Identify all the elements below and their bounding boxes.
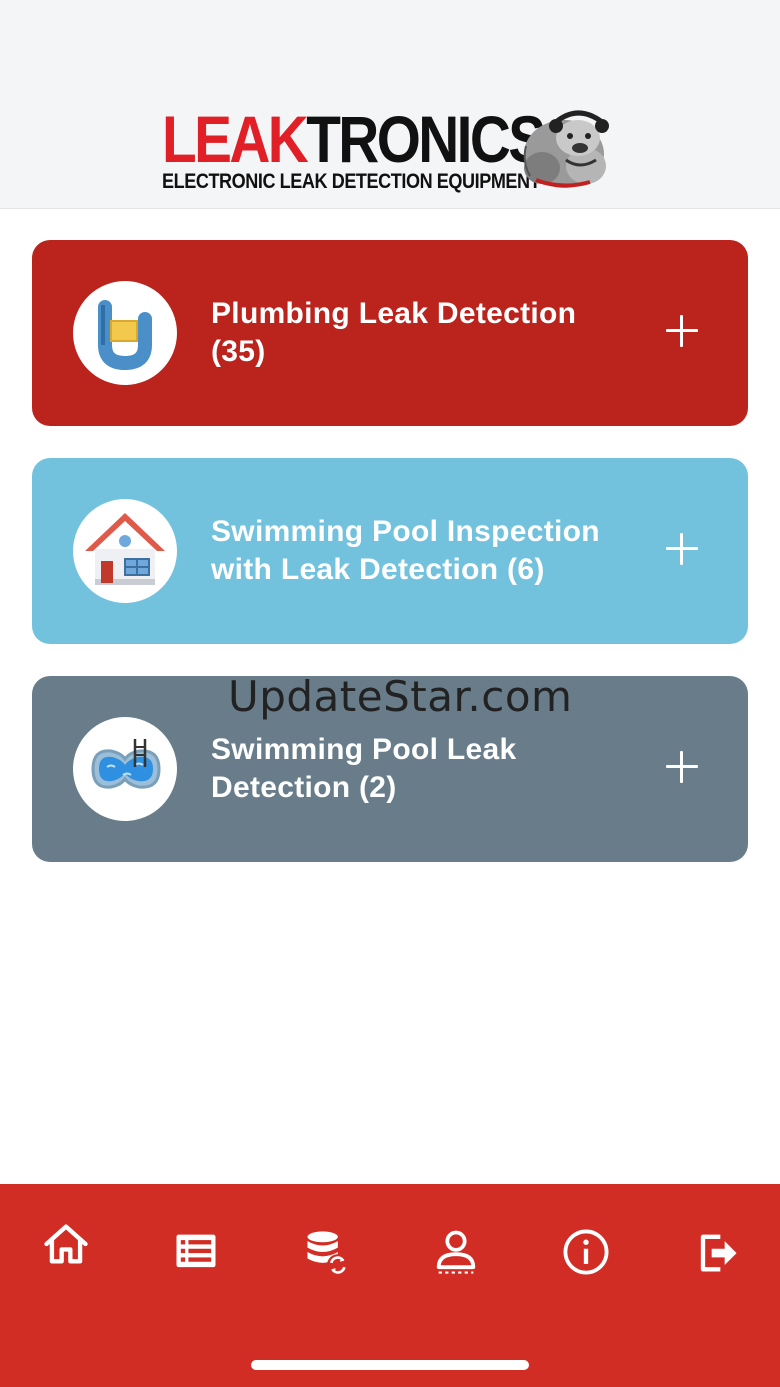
pool-icon (73, 717, 177, 821)
logo-brand-part1: LEAK (162, 102, 309, 176)
logo-wordmark: LEAKTRONICS (162, 106, 546, 172)
pipe-icon (73, 281, 177, 385)
logo-brand-part2: TRONICS (306, 102, 546, 176)
category-card-plumbing[interactable]: Plumbing Leak Detection (35) (32, 240, 748, 426)
plus-icon[interactable] (666, 533, 698, 565)
plus-icon[interactable] (666, 315, 698, 347)
house-icon (73, 499, 177, 603)
database-sync-icon[interactable] (297, 1222, 357, 1282)
info-icon[interactable] (556, 1222, 616, 1282)
home-icon[interactable] (36, 1214, 96, 1274)
list-icon[interactable] (166, 1222, 226, 1282)
category-card-pool-inspection[interactable]: Swimming Pool Inspection with Leak Detec… (32, 458, 748, 644)
category-label: Plumbing Leak Detection (35) (211, 297, 577, 368)
user-icon[interactable] (426, 1222, 486, 1282)
logo-tagline: ELECTRONIC LEAK DETECTION EQUIPMENT (162, 170, 541, 193)
home-indicator[interactable] (251, 1360, 529, 1370)
category-label: Swimming Pool Inspection with Leak Detec… (211, 515, 600, 586)
app-header: LEAKTRONICS ELECTRONIC LEAK DETECTION EQ… (0, 0, 780, 209)
bottom-tab-bar (0, 1184, 780, 1387)
logout-icon[interactable] (686, 1222, 746, 1282)
plus-icon[interactable] (666, 751, 698, 783)
watermark-text: UpdateStar.com (228, 672, 573, 721)
leaktronics-logo: LEAKTRONICS ELECTRONIC LEAK DETECTION EQ… (160, 106, 620, 196)
bulldog-mascot-icon (523, 110, 609, 188)
